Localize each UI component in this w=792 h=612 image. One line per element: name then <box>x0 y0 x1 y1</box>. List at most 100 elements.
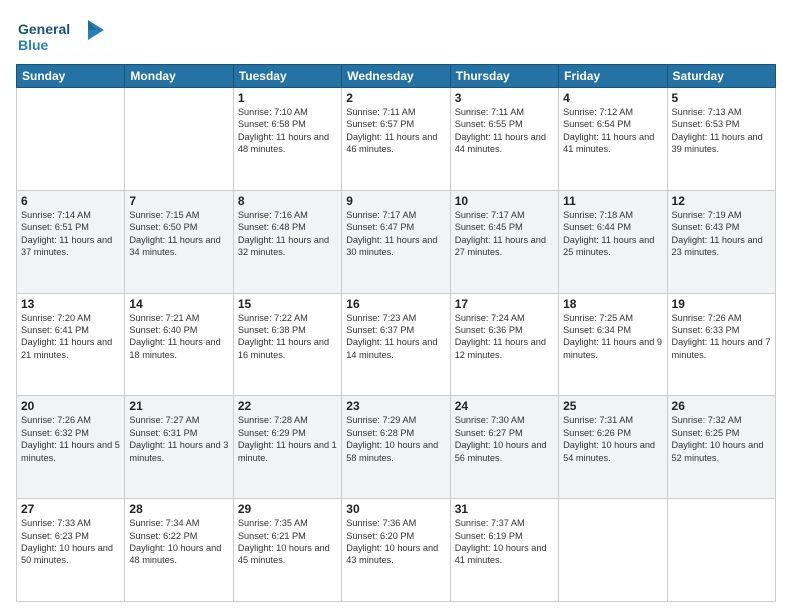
cell-content: Sunrise: 7:15 AM Sunset: 6:50 PM Dayligh… <box>129 209 228 259</box>
weekday-header-sunday: Sunday <box>17 65 125 88</box>
day-number: 4 <box>563 91 662 105</box>
calendar-cell: 2Sunrise: 7:11 AM Sunset: 6:57 PM Daylig… <box>342 88 450 191</box>
day-number: 23 <box>346 399 445 413</box>
calendar-cell: 12Sunrise: 7:19 AM Sunset: 6:43 PM Dayli… <box>667 190 775 293</box>
day-number: 5 <box>672 91 771 105</box>
day-number: 14 <box>129 297 228 311</box>
calendar-week-3: 13Sunrise: 7:20 AM Sunset: 6:41 PM Dayli… <box>17 293 776 396</box>
day-number: 8 <box>238 194 337 208</box>
cell-content: Sunrise: 7:17 AM Sunset: 6:47 PM Dayligh… <box>346 209 445 259</box>
calendar-cell: 22Sunrise: 7:28 AM Sunset: 6:29 PM Dayli… <box>233 396 341 499</box>
weekday-header-tuesday: Tuesday <box>233 65 341 88</box>
logo: General Blue <box>16 16 106 56</box>
day-number: 21 <box>129 399 228 413</box>
calendar-week-5: 27Sunrise: 7:33 AM Sunset: 6:23 PM Dayli… <box>17 499 776 602</box>
calendar-cell: 25Sunrise: 7:31 AM Sunset: 6:26 PM Dayli… <box>559 396 667 499</box>
cell-content: Sunrise: 7:22 AM Sunset: 6:38 PM Dayligh… <box>238 312 337 362</box>
cell-content: Sunrise: 7:24 AM Sunset: 6:36 PM Dayligh… <box>455 312 554 362</box>
calendar-cell <box>559 499 667 602</box>
calendar-cell: 19Sunrise: 7:26 AM Sunset: 6:33 PM Dayli… <box>667 293 775 396</box>
cell-content: Sunrise: 7:37 AM Sunset: 6:19 PM Dayligh… <box>455 517 554 567</box>
calendar-cell: 9Sunrise: 7:17 AM Sunset: 6:47 PM Daylig… <box>342 190 450 293</box>
cell-content: Sunrise: 7:18 AM Sunset: 6:44 PM Dayligh… <box>563 209 662 259</box>
day-number: 11 <box>563 194 662 208</box>
day-number: 16 <box>346 297 445 311</box>
day-number: 30 <box>346 502 445 516</box>
cell-content: Sunrise: 7:20 AM Sunset: 6:41 PM Dayligh… <box>21 312 120 362</box>
day-number: 24 <box>455 399 554 413</box>
cell-content: Sunrise: 7:11 AM Sunset: 6:57 PM Dayligh… <box>346 106 445 156</box>
calendar-cell: 3Sunrise: 7:11 AM Sunset: 6:55 PM Daylig… <box>450 88 558 191</box>
weekday-header-friday: Friday <box>559 65 667 88</box>
cell-content: Sunrise: 7:12 AM Sunset: 6:54 PM Dayligh… <box>563 106 662 156</box>
calendar-cell: 7Sunrise: 7:15 AM Sunset: 6:50 PM Daylig… <box>125 190 233 293</box>
day-number: 6 <box>21 194 120 208</box>
calendar-cell: 13Sunrise: 7:20 AM Sunset: 6:41 PM Dayli… <box>17 293 125 396</box>
day-number: 12 <box>672 194 771 208</box>
calendar-cell: 5Sunrise: 7:13 AM Sunset: 6:53 PM Daylig… <box>667 88 775 191</box>
day-number: 15 <box>238 297 337 311</box>
day-number: 26 <box>672 399 771 413</box>
day-number: 25 <box>563 399 662 413</box>
calendar-cell: 30Sunrise: 7:36 AM Sunset: 6:20 PM Dayli… <box>342 499 450 602</box>
cell-content: Sunrise: 7:35 AM Sunset: 6:21 PM Dayligh… <box>238 517 337 567</box>
cell-content: Sunrise: 7:23 AM Sunset: 6:37 PM Dayligh… <box>346 312 445 362</box>
calendar-cell: 4Sunrise: 7:12 AM Sunset: 6:54 PM Daylig… <box>559 88 667 191</box>
cell-content: Sunrise: 7:28 AM Sunset: 6:29 PM Dayligh… <box>238 414 337 464</box>
day-number: 17 <box>455 297 554 311</box>
calendar-cell: 20Sunrise: 7:26 AM Sunset: 6:32 PM Dayli… <box>17 396 125 499</box>
calendar-cell: 10Sunrise: 7:17 AM Sunset: 6:45 PM Dayli… <box>450 190 558 293</box>
cell-content: Sunrise: 7:29 AM Sunset: 6:28 PM Dayligh… <box>346 414 445 464</box>
calendar-cell: 6Sunrise: 7:14 AM Sunset: 6:51 PM Daylig… <box>17 190 125 293</box>
day-number: 28 <box>129 502 228 516</box>
cell-content: Sunrise: 7:14 AM Sunset: 6:51 PM Dayligh… <box>21 209 120 259</box>
weekday-header-monday: Monday <box>125 65 233 88</box>
calendar-cell <box>125 88 233 191</box>
calendar-table: SundayMondayTuesdayWednesdayThursdayFrid… <box>16 64 776 602</box>
calendar-cell: 21Sunrise: 7:27 AM Sunset: 6:31 PM Dayli… <box>125 396 233 499</box>
cell-content: Sunrise: 7:36 AM Sunset: 6:20 PM Dayligh… <box>346 517 445 567</box>
cell-content: Sunrise: 7:26 AM Sunset: 6:32 PM Dayligh… <box>21 414 120 464</box>
day-number: 19 <box>672 297 771 311</box>
calendar-cell: 11Sunrise: 7:18 AM Sunset: 6:44 PM Dayli… <box>559 190 667 293</box>
calendar-week-4: 20Sunrise: 7:26 AM Sunset: 6:32 PM Dayli… <box>17 396 776 499</box>
day-number: 3 <box>455 91 554 105</box>
calendar-week-2: 6Sunrise: 7:14 AM Sunset: 6:51 PM Daylig… <box>17 190 776 293</box>
svg-text:Blue: Blue <box>18 37 49 53</box>
cell-content: Sunrise: 7:32 AM Sunset: 6:25 PM Dayligh… <box>672 414 771 464</box>
day-number: 31 <box>455 502 554 516</box>
cell-content: Sunrise: 7:33 AM Sunset: 6:23 PM Dayligh… <box>21 517 120 567</box>
cell-content: Sunrise: 7:34 AM Sunset: 6:22 PM Dayligh… <box>129 517 228 567</box>
day-number: 10 <box>455 194 554 208</box>
day-number: 18 <box>563 297 662 311</box>
page-header: General Blue <box>16 16 776 56</box>
day-number: 27 <box>21 502 120 516</box>
day-number: 7 <box>129 194 228 208</box>
calendar-cell: 26Sunrise: 7:32 AM Sunset: 6:25 PM Dayli… <box>667 396 775 499</box>
calendar-cell: 29Sunrise: 7:35 AM Sunset: 6:21 PM Dayli… <box>233 499 341 602</box>
calendar-page: General Blue SundayMondayTuesdayWednesda… <box>0 0 792 612</box>
cell-content: Sunrise: 7:17 AM Sunset: 6:45 PM Dayligh… <box>455 209 554 259</box>
cell-content: Sunrise: 7:16 AM Sunset: 6:48 PM Dayligh… <box>238 209 337 259</box>
weekday-header-saturday: Saturday <box>667 65 775 88</box>
calendar-cell: 23Sunrise: 7:29 AM Sunset: 6:28 PM Dayli… <box>342 396 450 499</box>
calendar-cell: 31Sunrise: 7:37 AM Sunset: 6:19 PM Dayli… <box>450 499 558 602</box>
calendar-cell: 16Sunrise: 7:23 AM Sunset: 6:37 PM Dayli… <box>342 293 450 396</box>
calendar-cell <box>17 88 125 191</box>
day-number: 13 <box>21 297 120 311</box>
svg-text:General: General <box>18 21 70 37</box>
calendar-cell <box>667 499 775 602</box>
day-number: 20 <box>21 399 120 413</box>
weekday-header-wednesday: Wednesday <box>342 65 450 88</box>
cell-content: Sunrise: 7:13 AM Sunset: 6:53 PM Dayligh… <box>672 106 771 156</box>
calendar-cell: 18Sunrise: 7:25 AM Sunset: 6:34 PM Dayli… <box>559 293 667 396</box>
calendar-cell: 17Sunrise: 7:24 AM Sunset: 6:36 PM Dayli… <box>450 293 558 396</box>
weekday-header-row: SundayMondayTuesdayWednesdayThursdayFrid… <box>17 65 776 88</box>
cell-content: Sunrise: 7:30 AM Sunset: 6:27 PM Dayligh… <box>455 414 554 464</box>
calendar-cell: 15Sunrise: 7:22 AM Sunset: 6:38 PM Dayli… <box>233 293 341 396</box>
calendar-cell: 8Sunrise: 7:16 AM Sunset: 6:48 PM Daylig… <box>233 190 341 293</box>
cell-content: Sunrise: 7:11 AM Sunset: 6:55 PM Dayligh… <box>455 106 554 156</box>
cell-content: Sunrise: 7:25 AM Sunset: 6:34 PM Dayligh… <box>563 312 662 362</box>
day-number: 1 <box>238 91 337 105</box>
day-number: 22 <box>238 399 337 413</box>
